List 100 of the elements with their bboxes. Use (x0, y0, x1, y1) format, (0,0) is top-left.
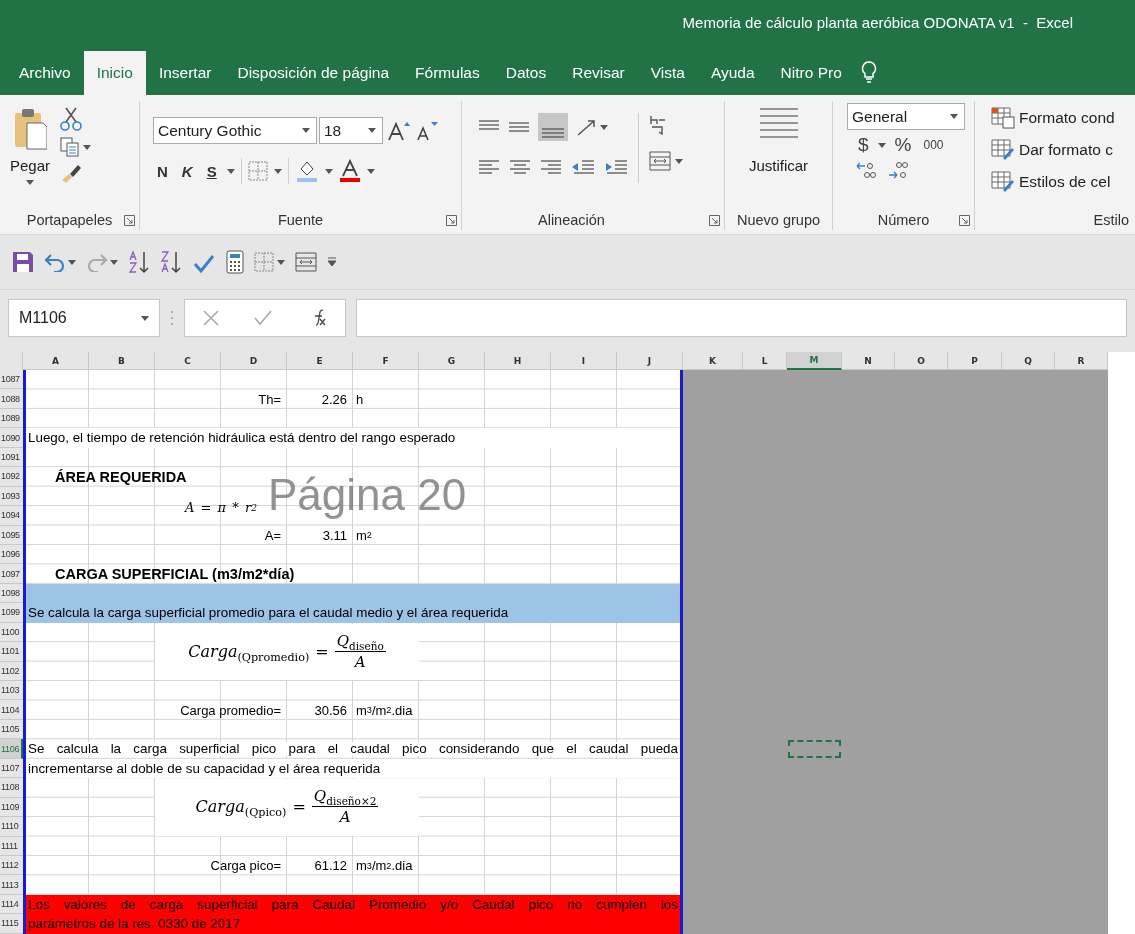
align-right-icon[interactable] (540, 159, 562, 175)
column-header: P (948, 352, 1002, 370)
caret-icon[interactable] (141, 315, 149, 321)
dialog-launcher-icon[interactable] (959, 214, 970, 226)
area-formula: A = π * r$^{2}$ (183, 501, 258, 515)
caret-icon[interactable] (273, 168, 282, 174)
ribbon-tab[interactable]: Inicio (83, 51, 146, 95)
ribbon-tab[interactable]: Disposición de página (224, 51, 403, 95)
fill-color-icon[interactable] (294, 159, 319, 183)
row-number: 1090 (0, 428, 23, 448)
cell-label: A= (263, 526, 282, 545)
currency-button[interactable]: $ (855, 134, 872, 156)
bold-button[interactable]: N (153, 160, 172, 182)
cell-value: 3.11 (321, 526, 348, 545)
justify-lines-icon[interactable] (758, 107, 799, 141)
cell-styles-icon[interactable] (991, 171, 1015, 193)
paste-button[interactable]: Pegar (6, 103, 55, 189)
styles-menu-item[interactable]: Formato cond (991, 107, 1115, 129)
section-heading: CARGA SUPERFICIAL (m3/m2*día) (54, 564, 296, 584)
cell-value: 2.26 (320, 390, 348, 409)
undo-icon[interactable] (44, 252, 66, 272)
row-number: 1094 (0, 506, 23, 526)
caret-icon[interactable] (950, 114, 958, 119)
font-color-icon[interactable] (338, 159, 361, 183)
decrease-decimal-icon[interactable] (887, 160, 909, 180)
brush-icon[interactable] (60, 163, 83, 183)
unit-label: m$^{3}$/m$^{2}$.dia (355, 857, 414, 876)
scissors-icon[interactable] (60, 107, 83, 131)
calculator-icon[interactable] (226, 250, 244, 274)
ribbon-tab[interactable]: Insertar (145, 51, 225, 95)
ribbon-tab[interactable]: Fórmulas (402, 51, 493, 95)
window-title: Memoria de cálculo planta aeróbica ODONATA v1 - Excel (682, 14, 1073, 31)
customize-toolbar-icon[interactable] (327, 257, 337, 267)
caret-icon[interactable] (26, 180, 34, 185)
dialog-launcher-icon[interactable] (124, 214, 135, 226)
cell-label: Carga pico= (209, 857, 282, 876)
note-text: Los valores de carga superficial para Caudal Promedio y/o Caudal pico no cumplen los (27, 897, 679, 912)
caret-icon[interactable] (600, 124, 608, 130)
conditional-format-icon[interactable] (991, 107, 1015, 129)
caret-icon[interactable] (368, 128, 376, 133)
justify-button[interactable]: Justificar (744, 103, 813, 178)
caret-icon[interactable] (226, 168, 235, 174)
sort-ascending-icon[interactable] (128, 250, 150, 274)
align-left-icon[interactable] (478, 159, 500, 175)
ribbon-tab[interactable]: Ayuda (697, 51, 768, 95)
column-header: I (551, 352, 617, 370)
save-icon[interactable] (12, 251, 34, 273)
ribbon-tab[interactable]: Nitro Pro (767, 51, 855, 95)
unit-label: m$^{2}$ (355, 526, 373, 545)
merge-cells-icon[interactable] (649, 151, 671, 171)
caret-icon[interactable] (277, 259, 285, 265)
copy-icon[interactable] (60, 137, 81, 157)
increase-decimal-icon[interactable] (855, 160, 877, 180)
column-header: D (221, 352, 287, 370)
name-box[interactable]: M1106 (8, 299, 160, 337)
thousands-button[interactable]: 000 (920, 138, 947, 152)
decrease-indent-icon[interactable] (571, 159, 595, 175)
wrap-text-icon[interactable] (649, 113, 667, 137)
caret-icon[interactable] (877, 142, 886, 148)
caret-icon[interactable] (83, 144, 92, 150)
caret-icon[interactable] (110, 259, 118, 265)
caret-icon[interactable] (68, 259, 76, 265)
ribbon-tab[interactable]: Vista (637, 51, 698, 95)
row-number: 1099 (0, 603, 23, 623)
font-name-dropdown[interactable]: Century Gothic (153, 117, 317, 144)
caret-icon[interactable] (324, 168, 333, 174)
load-formula: Carga$_{(Qpico)}$ = Q$_{diseño×2}$ A (155, 779, 419, 836)
percent-button[interactable]: % (891, 134, 915, 156)
row-number: 1088 (0, 389, 23, 409)
formula-input[interactable] (356, 299, 1127, 337)
styles-menu-item[interactable]: Estilos de cel (991, 171, 1111, 193)
number-format-dropdown[interactable]: General (847, 103, 965, 130)
dialog-launcher-icon[interactable] (446, 214, 457, 226)
sort-descending-icon[interactable] (160, 250, 182, 274)
orientation-icon[interactable] (576, 117, 598, 137)
caret-icon[interactable] (302, 128, 310, 133)
note-text: Se calcula la carga superficial promedio para el caudal medio y el área requerida (27, 604, 510, 623)
italic-button[interactable]: K (177, 160, 197, 182)
column-header: B (89, 352, 155, 370)
ribbon-tab[interactable]: Datos (492, 51, 560, 95)
underline-button[interactable]: S (202, 160, 221, 182)
lightbulb-icon[interactable] (860, 61, 877, 83)
column-header: C (155, 352, 221, 370)
note-text: incrementarse al doble de su capacidad y el área requerida (26, 758, 680, 779)
font-size-dropdown[interactable]: 18 (319, 117, 383, 144)
merge-cells-icon[interactable] (295, 252, 317, 272)
caret-icon[interactable] (675, 158, 683, 164)
align-center-icon[interactable] (509, 159, 531, 175)
column-header: F (353, 352, 419, 370)
caret-icon[interactable] (366, 168, 375, 174)
ribbon-tab[interactable]: Revisar (559, 51, 638, 95)
ribbon-tab[interactable]: Archivo (6, 51, 84, 95)
increase-indent-icon[interactable] (604, 159, 628, 175)
table-format-icon[interactable] (991, 139, 1015, 161)
selected-cell[interactable] (788, 740, 841, 758)
dialog-launcher-icon[interactable] (709, 214, 720, 226)
row-number: 1097 (0, 564, 23, 584)
clipboard-icon[interactable] (13, 107, 47, 151)
column-header: M (787, 352, 842, 370)
styles-menu-item[interactable]: Dar formato c (991, 139, 1113, 161)
